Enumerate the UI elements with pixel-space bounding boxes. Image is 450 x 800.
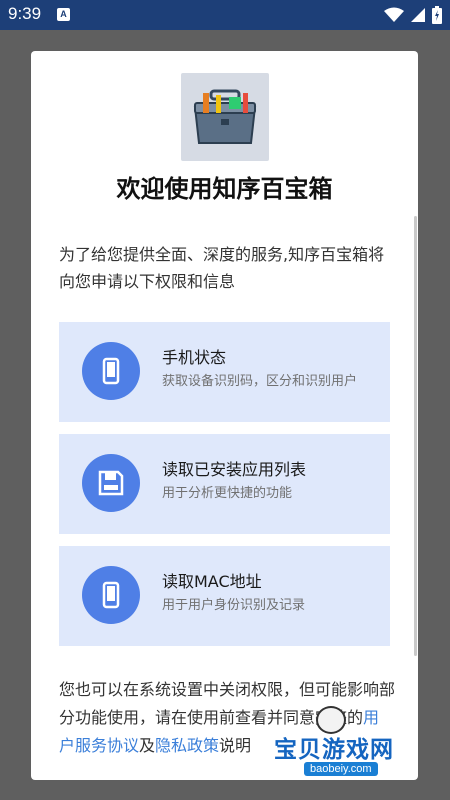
permission-title: 手机状态 <box>162 348 227 367</box>
permission-dialog: 欢迎使用知序百宝箱 为了给您提供全面、深度的服务,知序百宝箱将向您申请以下权限和… <box>31 51 418 780</box>
dialog-title: 欢迎使用知序百宝箱 <box>116 175 333 203</box>
permission-card-installed-apps: 读取已安装应用列表 用于分析更快捷的功能 <box>59 434 390 534</box>
dialog-intro: 为了给您提供全面、深度的服务,知序百宝箱将向您申请以下权限和信息 <box>59 245 385 291</box>
scrollbar[interactable] <box>414 216 417 656</box>
battery-icon <box>432 6 442 24</box>
privacy-policy-link[interactable]: 隐私政策 <box>155 736 219 755</box>
permission-title: 读取已安装应用列表 <box>162 460 307 479</box>
status-bar: 9:39 A <box>0 0 450 30</box>
permission-description: 用于用户身份识别及记录 <box>162 598 306 613</box>
notice-conjunction: 及 <box>139 736 156 755</box>
floppy-disk-icon <box>82 454 140 512</box>
notification-icon: A <box>57 8 70 21</box>
permission-card-phone-state: 手机状态 获取设备识别码，区分和识别用户 <box>59 322 390 422</box>
status-icons <box>384 6 442 24</box>
phone-icon <box>82 342 140 400</box>
notice-text-end: 说明 <box>219 736 252 755</box>
toolbox-icon <box>193 89 257 144</box>
status-time: 9:39 <box>8 4 42 23</box>
wifi-icon <box>384 7 404 22</box>
watermark-logo: 宝贝游戏网 baobeiy.com <box>274 706 419 782</box>
watermark-url: baobeiy.com <box>304 762 378 776</box>
app-logo <box>181 73 269 161</box>
permission-description: 获取设备识别码，区分和识别用户 <box>162 374 358 389</box>
phone-icon <box>82 566 140 624</box>
permission-description: 用于分析更快捷的功能 <box>162 486 293 501</box>
signal-icon <box>411 8 425 22</box>
permission-card-mac-address: 读取MAC地址 用于用户身份识别及记录 <box>59 546 390 646</box>
watermark-text: 宝贝游戏网 <box>274 737 394 763</box>
permission-title: 读取MAC地址 <box>162 572 262 591</box>
